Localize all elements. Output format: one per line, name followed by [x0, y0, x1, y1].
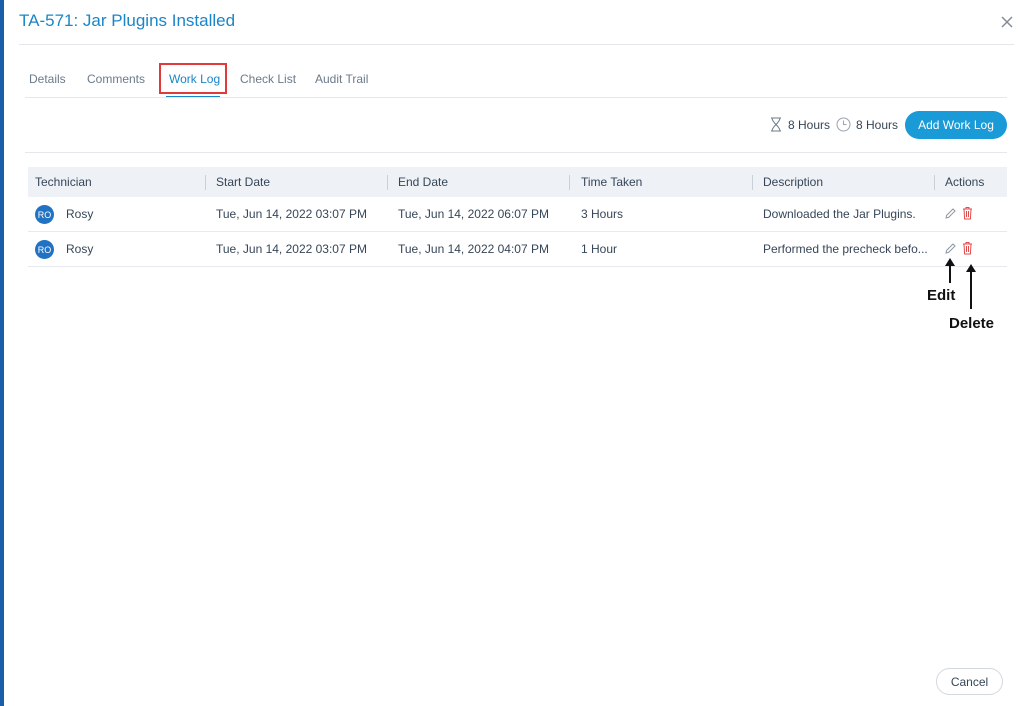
tabs-divider [25, 97, 1007, 98]
work-log-table: Technician Start Date End Date Time Take… [28, 167, 1007, 267]
clock-icon [836, 117, 851, 132]
edit-annotation: Edit [927, 287, 956, 304]
delete-arrow-icon [966, 264, 976, 309]
edit-arrow-icon [945, 258, 955, 283]
window-edge [0, 0, 4, 706]
header-start-date[interactable]: Start Date [216, 175, 270, 189]
pencil-icon[interactable] [944, 207, 957, 220]
tab-details[interactable]: Details [29, 72, 66, 86]
column-separator [387, 175, 388, 190]
trash-icon[interactable] [962, 206, 973, 220]
technician-name: Rosy [66, 207, 94, 221]
header-time-taken[interactable]: Time Taken [581, 175, 642, 189]
start-date: Tue, Jun 14, 2022 03:07 PM [216, 242, 367, 256]
tab-highlight-box [159, 63, 227, 94]
table-row: RO Rosy Tue, Jun 14, 2022 03:07 PM Tue, … [28, 232, 1007, 267]
column-separator [205, 175, 206, 190]
toolbar-divider [25, 152, 1007, 153]
modal-title: TA-571: Jar Plugins Installed [19, 11, 236, 30]
column-separator [752, 175, 753, 190]
cancel-button[interactable]: Cancel [936, 668, 1003, 695]
header-end-date[interactable]: End Date [398, 175, 448, 189]
time-taken: 1 Hour [581, 242, 618, 256]
trash-icon[interactable] [962, 241, 973, 255]
column-separator [934, 175, 935, 190]
header-description[interactable]: Description [763, 175, 823, 189]
end-date: Tue, Jun 14, 2022 06:07 PM [398, 207, 549, 221]
table-header: Technician Start Date End Date Time Take… [28, 167, 1007, 197]
description: Performed the precheck befo... [763, 242, 928, 256]
end-date: Tue, Jun 14, 2022 04:07 PM [398, 242, 549, 256]
tab-check-list[interactable]: Check List [240, 72, 296, 86]
time-taken: 3 Hours [581, 207, 624, 221]
start-date: Tue, Jun 14, 2022 03:07 PM [216, 207, 367, 221]
header-technician[interactable]: Technician [35, 175, 92, 189]
actual-hours: 8 Hours [856, 118, 899, 132]
hourglass-icon [771, 117, 781, 132]
description: Downloaded the Jar Plugins. [763, 207, 916, 221]
avatar: RO [35, 240, 54, 259]
estimated-hours: 8 Hours [788, 118, 831, 132]
pencil-icon[interactable] [944, 242, 957, 255]
add-work-log-button[interactable]: Add Work Log [905, 111, 1007, 139]
avatar: RO [35, 205, 54, 224]
technician-name: Rosy [66, 242, 94, 256]
header-divider [19, 44, 1014, 45]
tab-audit-trail[interactable]: Audit Trail [315, 72, 368, 86]
column-separator [569, 175, 570, 190]
delete-annotation: Delete [949, 315, 995, 332]
table-row: RO Rosy Tue, Jun 14, 2022 03:07 PM Tue, … [28, 197, 1007, 232]
header-actions: Actions [945, 175, 985, 189]
tab-comments[interactable]: Comments [87, 72, 145, 86]
close-icon[interactable] [998, 13, 1016, 31]
